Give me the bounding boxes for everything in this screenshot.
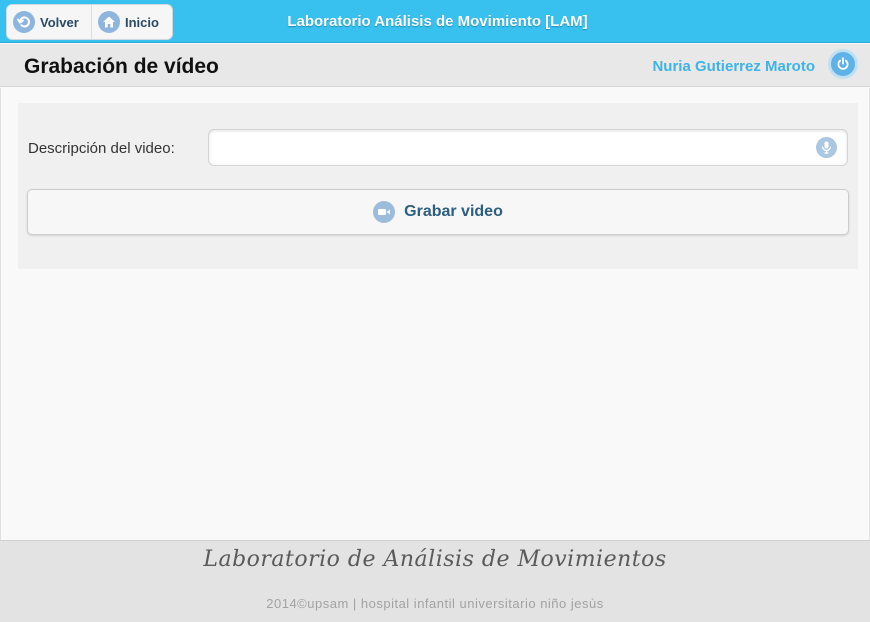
- record-video-label: Grabar video: [404, 203, 503, 220]
- home-icon: [97, 11, 120, 33]
- page-header: Grabación de vídeo Nuria Gutierrez Marot…: [0, 44, 870, 87]
- logout-button[interactable]: [828, 49, 858, 79]
- app-title: Laboratorio Análisis de Movimiento [LAM]: [287, 13, 588, 30]
- main-content: Descripción del video: Grabar video: [0, 88, 870, 540]
- home-button-label: Inicio: [124, 14, 159, 30]
- nav-button-group: Volver Inicio: [6, 4, 173, 40]
- voice-input-button[interactable]: [816, 137, 837, 158]
- footer-copyright: 2014©upsam | hospital infantil universit…: [266, 596, 604, 611]
- back-arrow-icon: [13, 11, 35, 33]
- top-bar: Volver Inicio Laboratorio Análisis de Mo…: [0, 0, 870, 43]
- page-title: Grabación de vídeo: [24, 55, 219, 78]
- description-field: [208, 129, 848, 166]
- description-label: Descripción del video:: [28, 140, 175, 157]
- back-button-label: Volver: [40, 14, 79, 30]
- record-video-button[interactable]: Grabar video: [27, 189, 849, 235]
- microphone-icon: [821, 141, 832, 154]
- power-icon: [836, 57, 850, 71]
- video-form-panel: Descripción del video: Grabar video: [18, 103, 858, 269]
- footer-brand: Laboratorio de Análisis de Movimientos: [203, 547, 667, 572]
- video-camera-icon: [373, 201, 396, 223]
- description-input[interactable]: [219, 136, 809, 160]
- home-button[interactable]: Inicio: [92, 5, 172, 39]
- footer: Laboratorio de Análisis de Movimientos 2…: [0, 540, 870, 622]
- user-name[interactable]: Nuria Gutierrez Maroto: [652, 58, 815, 75]
- back-button[interactable]: Volver: [7, 5, 92, 39]
